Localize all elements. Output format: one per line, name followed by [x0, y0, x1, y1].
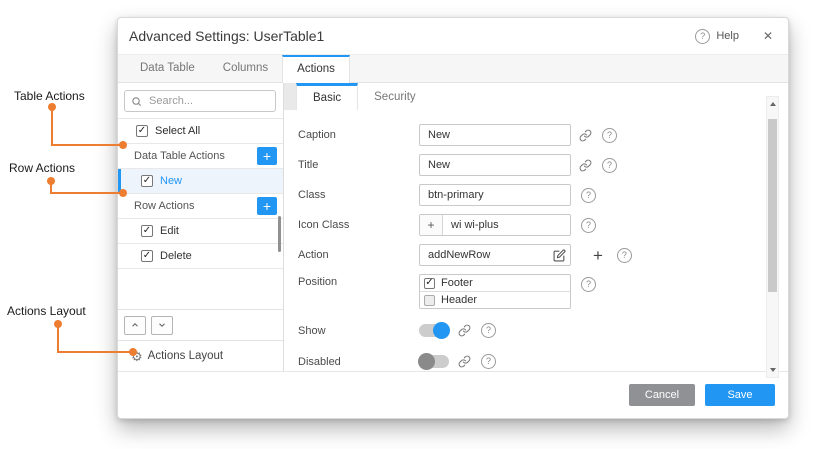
subtab-left-strip	[284, 83, 296, 110]
position-option-footer[interactable]: Footer	[420, 275, 570, 291]
help-icon[interactable]: ?	[581, 277, 596, 292]
add-action-icon[interactable]: +	[593, 247, 603, 264]
save-button[interactable]: Save	[705, 384, 775, 406]
add-row-action-button[interactable]: +	[257, 197, 277, 215]
help-icon[interactable]: ?	[581, 218, 596, 233]
tab-security[interactable]: Security	[358, 83, 432, 110]
sub-tab-bar: Basic Security	[284, 83, 788, 110]
reorder-controls	[118, 309, 283, 340]
action-settings-panel: Basic Security Caption ? Title	[284, 83, 788, 371]
callout-dot	[119, 189, 127, 197]
main-tab-bar: Data Table Columns Actions	[118, 55, 788, 83]
chevron-down-icon	[157, 320, 167, 330]
disabled-toggle[interactable]	[419, 355, 449, 368]
show-toggle[interactable]	[419, 324, 449, 337]
field-title: Title ?	[298, 154, 788, 176]
help-icon[interactable]: ?	[617, 248, 632, 263]
callout-line	[50, 192, 123, 194]
link-icon[interactable]	[458, 324, 471, 337]
callout-line	[57, 324, 59, 353]
help-icon[interactable]: ?	[481, 323, 496, 338]
field-caption: Caption ?	[298, 124, 788, 146]
caption-input[interactable]	[419, 124, 571, 146]
basic-form: Caption ? Title ? Class	[284, 110, 788, 377]
move-down-button[interactable]	[151, 316, 173, 335]
select-all-checkbox[interactable]	[136, 125, 148, 137]
search-input[interactable]	[147, 94, 269, 108]
panel-scrollbar-thumb[interactable]	[768, 119, 777, 292]
field-class: Class ?	[298, 184, 788, 206]
link-icon[interactable]	[579, 129, 592, 142]
title-bar: Advanced Settings: UserTable1 ? Help ✕	[118, 18, 788, 55]
list-item-new[interactable]: New	[118, 169, 283, 194]
icon-class-input[interactable]	[443, 215, 570, 235]
advanced-settings-dialog: Advanced Settings: UserTable1 ? Help ✕ D…	[117, 17, 789, 419]
field-disabled: Disabled ?	[298, 354, 788, 369]
close-icon[interactable]: ✕	[763, 29, 773, 43]
search-icon	[131, 96, 142, 107]
edit-action-icon[interactable]	[552, 248, 566, 262]
edit-checkbox[interactable]	[141, 225, 153, 237]
annotation-table-actions: Table Actions	[14, 89, 85, 103]
action-input[interactable]	[419, 244, 571, 266]
field-action: Action + ?	[298, 244, 788, 266]
callout-line	[51, 144, 123, 146]
plus-icon: +	[263, 149, 271, 163]
header-checkbox[interactable]	[424, 295, 435, 306]
field-position: Position Footer Header ?	[298, 274, 788, 309]
list-item-edit[interactable]: Edit	[118, 219, 283, 244]
move-up-button[interactable]	[124, 316, 146, 335]
annotation-actions-layout: Actions Layout	[7, 304, 86, 318]
group-data-table-actions[interactable]: Data Table Actions +	[118, 144, 283, 169]
tab-columns[interactable]: Columns	[209, 55, 282, 82]
icon-picker-button[interactable]: +	[420, 215, 443, 235]
new-checkbox[interactable]	[141, 175, 153, 187]
list-item-delete[interactable]: Delete	[118, 244, 283, 269]
position-option-header[interactable]: Header	[420, 291, 570, 308]
chevron-up-icon	[130, 320, 140, 330]
callout-dot	[119, 141, 127, 149]
search-box[interactable]	[124, 90, 276, 112]
help-icon[interactable]: ?	[581, 188, 596, 203]
tab-basic[interactable]: Basic	[296, 83, 358, 110]
actions-sidebar: Select All Data Table Actions + New Row …	[118, 83, 284, 371]
help-icon[interactable]: ?	[602, 158, 617, 173]
help-icon[interactable]: ?	[602, 128, 617, 143]
footer-checkbox[interactable]	[424, 278, 435, 289]
dialog-footer: Cancel Save	[118, 371, 788, 418]
scroll-up-icon[interactable]	[770, 102, 776, 106]
position-options: Footer Header	[419, 274, 571, 309]
list-item-select-all[interactable]: Select All	[118, 119, 283, 144]
help-icon[interactable]: ?	[481, 354, 496, 369]
icon-class-input-group: +	[419, 214, 571, 236]
link-icon[interactable]	[458, 355, 471, 368]
title-input[interactable]	[419, 154, 571, 176]
callout-dot	[129, 348, 137, 356]
add-table-action-button[interactable]: +	[257, 147, 277, 165]
plus-icon: +	[263, 199, 271, 213]
help-button[interactable]: Help	[716, 30, 739, 42]
sidebar-empty-space	[118, 269, 283, 309]
annotation-row-actions: Row Actions	[9, 161, 75, 175]
callout-line	[51, 107, 53, 146]
field-show: Show ?	[298, 323, 788, 338]
cancel-button[interactable]: Cancel	[629, 384, 695, 406]
delete-checkbox[interactable]	[141, 250, 153, 262]
actions-layout-button[interactable]: ⚙ Actions Layout	[118, 340, 283, 371]
tab-actions[interactable]: Actions	[282, 55, 350, 83]
sidebar-scrollbar-thumb[interactable]	[278, 216, 281, 252]
class-input[interactable]	[419, 184, 571, 206]
help-circle-icon[interactable]: ?	[695, 29, 710, 44]
field-icon-class: Icon Class + ?	[298, 214, 788, 236]
callout-line	[57, 351, 133, 353]
scroll-down-icon[interactable]	[770, 368, 776, 372]
link-icon[interactable]	[579, 159, 592, 172]
dialog-title: Advanced Settings: UserTable1	[118, 28, 324, 44]
panel-scrollbar[interactable]	[766, 96, 779, 378]
tab-data-table[interactable]: Data Table	[126, 55, 209, 82]
group-row-actions[interactable]: Row Actions +	[118, 194, 283, 219]
